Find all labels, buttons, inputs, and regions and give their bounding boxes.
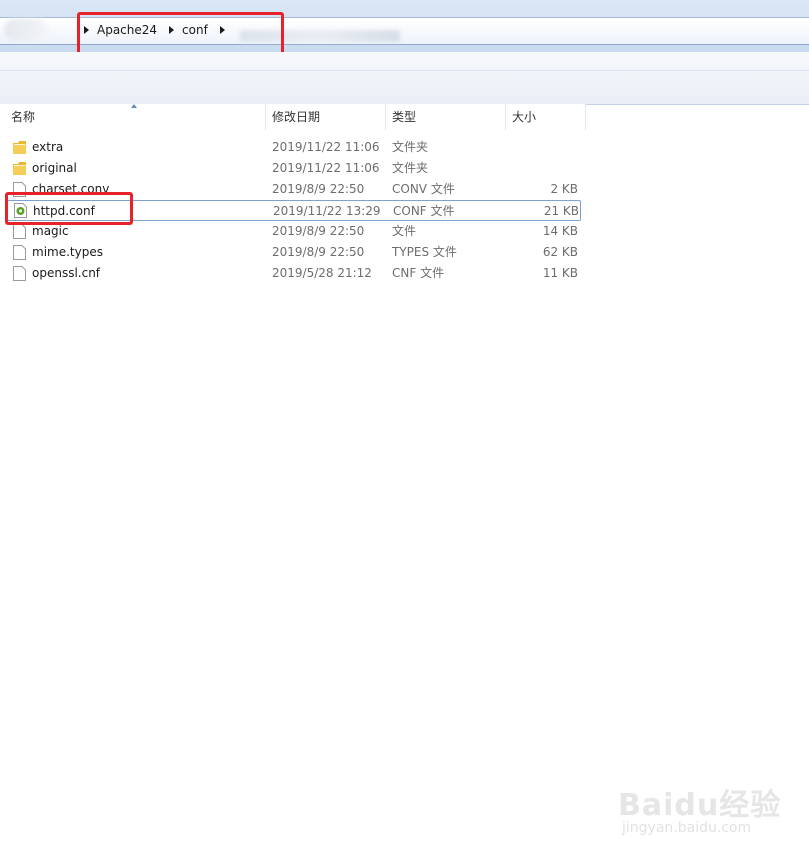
blurred-back-buttons (4, 19, 48, 41)
list-item[interactable]: openssl.cnf 2019/5/28 21:12 CNF 文件 11 KB (0, 263, 586, 284)
file-name: httpd.conf (33, 204, 95, 218)
folder-icon (13, 161, 26, 176)
file-date: 2019/8/9 22:50 (272, 224, 365, 238)
file-icon (13, 245, 26, 260)
watermark-url: jingyan.baidu.com (622, 820, 752, 836)
file-icon (13, 182, 26, 197)
file-icon (13, 266, 26, 281)
watermark-brand: Baidu经验 (618, 788, 782, 823)
column-header: 名称 修改日期 类型 大小 (0, 104, 586, 130)
file-date: 2019/11/22 11:06 (272, 161, 380, 175)
file-name: mime.types (32, 245, 103, 259)
breadcrumb: Apache24 conf (84, 19, 233, 41)
file-list: extra 2019/11/22 11:06 文件夹 original 2019… (0, 137, 586, 284)
column-date[interactable]: 修改日期 (266, 104, 386, 130)
file-type: 文件夹 (392, 140, 429, 154)
folder-icon (13, 140, 26, 155)
file-name: extra (32, 140, 64, 154)
file-name: original (32, 161, 77, 175)
list-item-selected[interactable]: httpd.conf 2019/11/22 13:29 CONF 文件 21 K… (7, 200, 581, 221)
conf-file-icon (14, 203, 27, 218)
file-size: 62 KB (542, 245, 578, 259)
list-item[interactable]: extra 2019/11/22 11:06 文件夹 (0, 137, 586, 158)
file-size: 21 KB (543, 204, 579, 218)
list-item[interactable]: mime.types 2019/8/9 22:50 TYPES 文件 62 KB (0, 242, 586, 263)
toolbar (0, 52, 809, 105)
chevron-right-icon[interactable] (219, 26, 225, 34)
file-type: 文件 (392, 224, 417, 238)
file-size: 11 KB (542, 266, 578, 280)
chevron-right-icon[interactable] (169, 26, 175, 34)
file-type: CNF 文件 (392, 266, 445, 280)
file-size: 14 KB (542, 224, 578, 238)
file-date: 2019/8/9 22:50 (272, 245, 365, 259)
file-type: CONF 文件 (393, 204, 455, 218)
list-item[interactable]: original 2019/11/22 11:06 文件夹 (0, 158, 586, 179)
file-type: 文件夹 (392, 161, 429, 175)
file-type: TYPES 文件 (392, 245, 457, 259)
file-name: openssl.cnf (32, 266, 101, 280)
list-item[interactable]: magic 2019/8/9 22:50 文件 14 KB (0, 221, 586, 242)
toolbar-divider (0, 70, 809, 71)
file-size: 2 KB (550, 182, 578, 196)
file-icon (13, 224, 26, 239)
list-item[interactable]: charset.conv 2019/8/9 22:50 CONV 文件 2 KB (0, 179, 586, 200)
chevron-right-icon[interactable] (84, 26, 89, 34)
column-name[interactable]: 名称 (5, 104, 266, 130)
breadcrumb-conf[interactable]: conf (182, 23, 208, 37)
file-name: magic (32, 224, 69, 238)
file-name: charset.conv (32, 182, 110, 196)
file-date: 2019/11/22 13:29 (273, 204, 381, 218)
blurred-search-box (240, 30, 400, 42)
baidu-watermark: Baidu经验 jingyan.baidu.com (618, 768, 788, 838)
breadcrumb-apache24[interactable]: Apache24 (97, 23, 157, 37)
file-date: 2019/8/9 22:50 (272, 182, 365, 196)
file-date: 2019/11/22 11:06 (272, 140, 380, 154)
file-date: 2019/5/28 21:12 (272, 266, 372, 280)
column-type[interactable]: 类型 (386, 104, 506, 130)
file-type: CONV 文件 (392, 182, 455, 196)
column-size[interactable]: 大小 (506, 104, 586, 130)
